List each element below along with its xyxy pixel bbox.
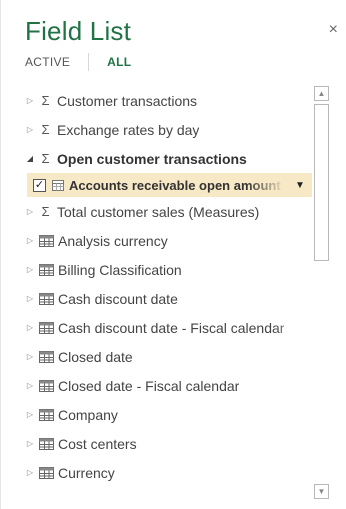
field-label: Exchange rates by day [57, 121, 200, 138]
field-label: Open customer transactions [57, 150, 247, 167]
expand-arrow-icon[interactable]: ▷ [25, 323, 35, 332]
field-list-pane: Field List × ACTIVE ALL ▷ Σ Customer tra… [0, 0, 346, 509]
field-checkbox[interactable]: ✓ [33, 178, 46, 192]
field-label: Total customer sales (Measures) [57, 203, 260, 220]
field-row-open-customer-transactions[interactable]: ◢ Σ Open customer transactions [25, 144, 310, 173]
table-row-company[interactable]: ▷ Company [25, 400, 310, 429]
field-row-exchange-rates[interactable]: ▷ Σ Exchange rates by day [25, 115, 310, 144]
table-label: Analysis currency [58, 232, 168, 249]
sigma-icon: Σ [41, 204, 50, 219]
table-row-cash-discount-date-fiscal[interactable]: ▷ Cash discount date - Fiscal calendar [25, 313, 310, 342]
table-row-closed-date[interactable]: ▷ Closed date [25, 342, 310, 371]
field-list-scrollbar[interactable]: ▲ ▼ [313, 86, 331, 499]
table-label: Billing Classification [58, 261, 182, 278]
table-label: Cost centers [58, 435, 137, 452]
table-icon [39, 321, 54, 334]
field-label: Customer transactions [57, 92, 198, 109]
table-row-cash-discount-date[interactable]: ▷ Cash discount date [25, 284, 310, 313]
expand-arrow-icon[interactable]: ▷ [25, 439, 35, 448]
table-icon [39, 379, 54, 392]
table-icon [39, 234, 54, 247]
tab-divider [88, 53, 90, 71]
table-row-billing-classification[interactable]: ▷ Billing Classification [25, 255, 310, 284]
table-icon [39, 408, 54, 421]
expand-arrow-icon[interactable]: ▷ [25, 125, 35, 134]
table-row-currency[interactable]: ▷ Currency [25, 458, 310, 487]
expand-arrow-icon[interactable]: ▷ [25, 96, 35, 105]
table-icon [39, 263, 54, 276]
tab-active[interactable]: ACTIVE [25, 55, 70, 69]
table-row-analysis-currency[interactable]: ▷ Analysis currency [25, 226, 310, 255]
field-item-accounts-receivable[interactable]: ✓ Accounts receivable open amount ▼ [27, 173, 312, 197]
table-row-cost-centers[interactable]: ▷ Cost centers [25, 429, 310, 458]
table-label: Closed date [58, 348, 133, 365]
expand-arrow-icon[interactable]: ▷ [25, 294, 35, 303]
table-label: Cash discount date - Fiscal calendar [58, 319, 285, 336]
table-icon [39, 350, 54, 363]
table-label: Closed date - Fiscal calendar [58, 377, 240, 394]
pane-divider [0, 0, 1, 509]
field-dropdown-button[interactable]: ▼ [292, 177, 308, 193]
table-label: Currency [58, 464, 115, 481]
collapse-arrow-icon[interactable]: ◢ [25, 154, 35, 163]
expand-arrow-icon[interactable]: ▷ [25, 352, 35, 361]
field-list-tabs: ACTIVE ALL [25, 52, 131, 72]
tab-all[interactable]: ALL [107, 55, 131, 69]
sigma-icon: Σ [41, 122, 50, 137]
scroll-thumb[interactable] [314, 104, 329, 261]
expand-arrow-icon[interactable]: ▷ [25, 381, 35, 390]
table-icon [39, 466, 54, 479]
table-row-closed-date-fiscal[interactable]: ▷ Closed date - Fiscal calendar [25, 371, 310, 400]
sigma-icon: Σ [41, 151, 50, 166]
field-list: ▷ Σ Customer transactions ▷ Σ Exchange r… [25, 86, 312, 487]
close-icon[interactable]: × [329, 22, 338, 38]
pane-title: Field List [25, 16, 132, 46]
table-label: Cash discount date [58, 290, 178, 307]
table-icon [39, 437, 54, 450]
expand-arrow-icon[interactable]: ▷ [25, 468, 35, 477]
calculator-field-icon [52, 179, 64, 191]
scroll-down-icon[interactable]: ▼ [314, 484, 329, 499]
table-label: Company [58, 406, 118, 423]
field-row-total-customer-sales[interactable]: ▷ Σ Total customer sales (Measures) [25, 197, 310, 226]
table-icon [39, 292, 54, 305]
scroll-up-icon[interactable]: ▲ [314, 86, 329, 101]
expand-arrow-icon[interactable]: ▷ [25, 265, 35, 274]
field-row-customer-transactions[interactable]: ▷ Σ Customer transactions [25, 86, 310, 115]
expand-arrow-icon[interactable]: ▷ [25, 207, 35, 216]
sigma-icon: Σ [41, 93, 50, 108]
expand-arrow-icon[interactable]: ▷ [25, 410, 35, 419]
expand-arrow-icon[interactable]: ▷ [25, 236, 35, 245]
